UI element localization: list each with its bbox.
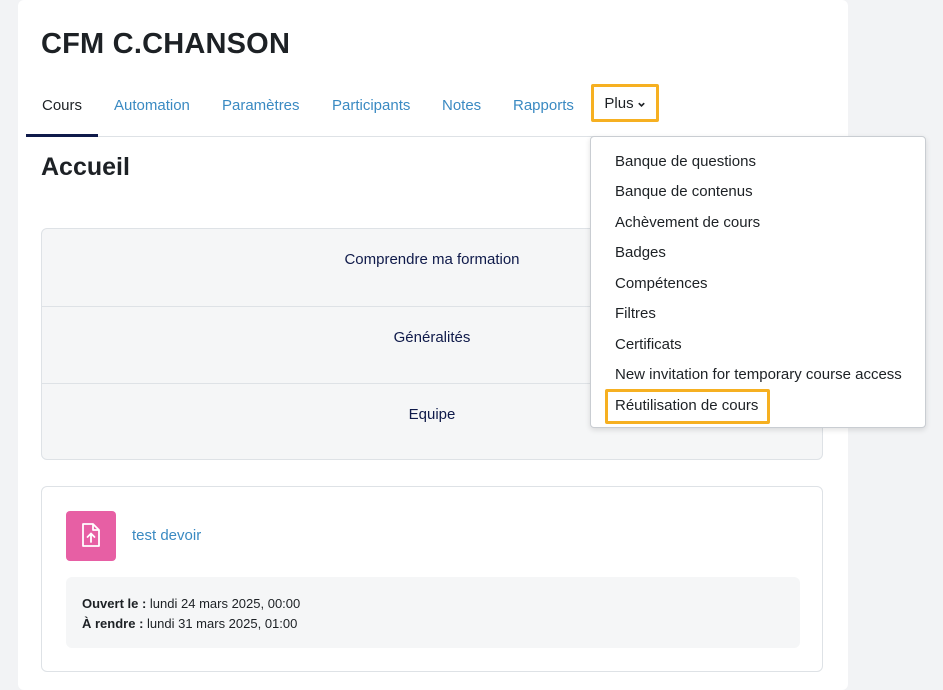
more-menu-label: Plus [604, 95, 634, 112]
page-heading: Accueil [41, 153, 130, 181]
due-value: lundi 31 mars 2025, 01:00 [147, 616, 298, 631]
tab-automation[interactable]: Automation [114, 84, 190, 136]
assignment-upload-icon[interactable] [66, 511, 116, 561]
menu-item-banque-de-questions[interactable]: Banque de questions [615, 153, 756, 170]
menu-item-banque-de-contenus[interactable]: Banque de contenus [615, 183, 753, 200]
opened-date-line: Ouvert le : lundi 24 mars 2025, 00:00 [82, 596, 300, 611]
due-date-line: À rendre : lundi 31 mars 2025, 01:00 [82, 616, 297, 631]
course-nav: Cours Automation Paramètres Participants… [26, 84, 848, 137]
activity-card: test devoir Ouvert le : lundi 24 mars 20… [41, 486, 823, 672]
menu-item-filtres[interactable]: Filtres [615, 305, 656, 322]
opened-value: lundi 24 mars 2025, 00:00 [149, 596, 301, 611]
opened-label: Ouvert le : [82, 596, 147, 611]
tab-participants[interactable]: Participants [332, 84, 410, 136]
tab-rapports[interactable]: Rapports [513, 84, 574, 136]
menu-item-reutilisation-de-cours[interactable]: Réutilisation de cours [615, 397, 758, 414]
menu-item-certificats[interactable]: Certificats [615, 336, 682, 353]
menu-item-new-invitation[interactable]: New invitation for temporary course acce… [615, 366, 902, 383]
activity-dates: Ouvert le : lundi 24 mars 2025, 00:00 À … [66, 577, 800, 648]
tab-notes[interactable]: Notes [442, 84, 481, 136]
menu-item-badges[interactable]: Badges [615, 244, 666, 261]
more-dropdown-menu: Banque de questions Banque de contenus A… [590, 136, 926, 428]
more-menu-button[interactable]: Plus [591, 84, 659, 122]
chevron-down-icon [637, 88, 646, 121]
course-title: CFM C.CHANSON [41, 28, 291, 60]
activity-link[interactable]: test devoir [132, 527, 201, 544]
tab-cours[interactable]: Cours [26, 84, 98, 137]
menu-item-achevement-de-cours[interactable]: Achèvement de cours [615, 214, 760, 231]
tab-parametres[interactable]: Paramètres [222, 84, 300, 136]
menu-item-competences[interactable]: Compétences [615, 275, 708, 292]
due-label: À rendre : [82, 616, 144, 631]
